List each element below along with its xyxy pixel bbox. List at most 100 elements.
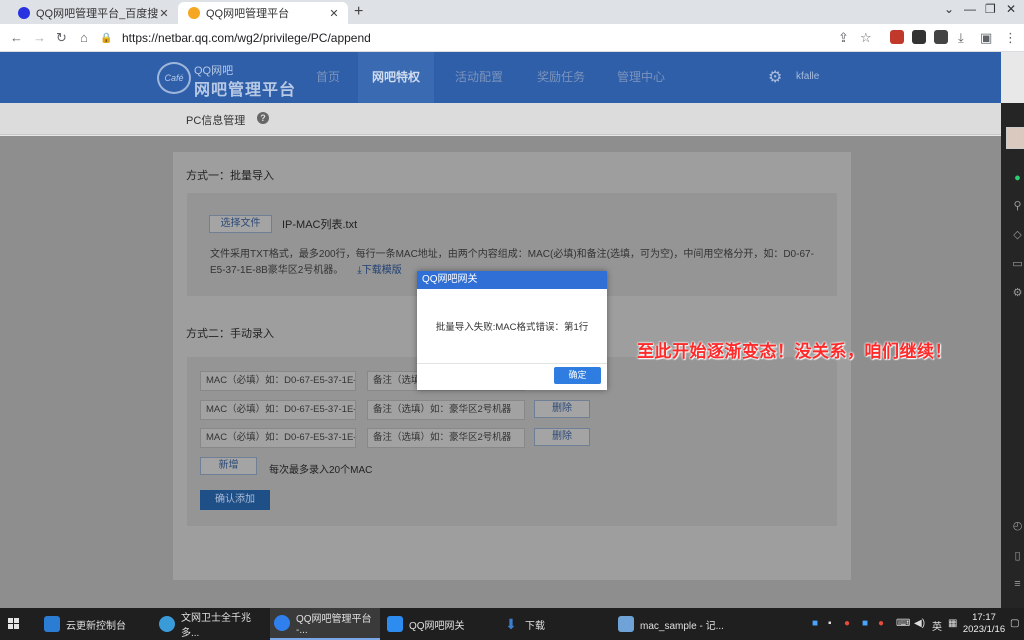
selected-filename: IP-MAC列表.txt <box>282 219 358 231</box>
chrome-icon <box>159 616 175 632</box>
extension-icon[interactable] <box>890 30 904 44</box>
taskbar-item[interactable]: ⬇ 下载 <box>499 608 609 640</box>
choose-file-button[interactable]: 选择文件 <box>209 215 272 233</box>
clock-icon[interactable]: ◴ <box>1011 520 1024 533</box>
browser-tabbar: QQ网吧管理平台_百度搜索 ✕ QQ网吧管理平台 ✕ + ⌄ — ❐ ✕ <box>0 0 1024 24</box>
nav-reward[interactable]: 奖励任务 <box>523 52 599 103</box>
tray-app-icon[interactable]: ● <box>878 618 884 629</box>
reload-icon[interactable]: ↻ <box>56 30 67 46</box>
close-window-icon[interactable]: ✕ <box>1006 2 1016 16</box>
settings-gear-icon[interactable]: ⚙ <box>768 67 782 87</box>
nav-home[interactable]: 首页 <box>302 52 354 103</box>
network-icon[interactable]: ⌨ <box>896 618 910 629</box>
help-icon[interactable]: ? <box>257 112 269 124</box>
taskbar-item[interactable]: 文网卫士全千兆多... <box>155 608 267 640</box>
taskbar-label: mac_sample - 记... <box>640 620 724 632</box>
phone-icon[interactable]: ▯ <box>1011 550 1024 563</box>
site-header: Café QQ网吧 网吧管理平台 首页 网吧特权 活动配置 奖励任务 管理中心 … <box>0 52 1001 103</box>
share-icon[interactable]: ⇪ <box>838 30 849 46</box>
cube-icon[interactable]: ◇ <box>1011 229 1024 242</box>
taskbar-label: 文网卫士全千兆多... <box>181 613 251 639</box>
page-title: PC信息管理 <box>186 115 246 127</box>
dialog-title: QQ网吧网关 <box>417 271 607 289</box>
ime-indicator[interactable]: 英 <box>932 618 942 633</box>
user-icon[interactable]: ⚲ <box>1011 200 1024 213</box>
tab-baidu-search[interactable]: QQ网吧管理平台_百度搜索 ✕ <box>8 2 178 24</box>
extension-icon[interactable] <box>912 30 926 44</box>
avatar[interactable] <box>1006 127 1024 149</box>
folder-icon[interactable]: ▭ <box>1011 258 1024 271</box>
taskbar-label: 云更新控制台 <box>66 620 126 632</box>
logo-title: 网吧管理平台 <box>194 82 297 99</box>
bookmark-star-icon[interactable]: ☆ <box>860 30 872 46</box>
url-text: https://netbar.qq.com/wg2/privilege/PC/a… <box>122 31 371 45</box>
address-bar: ← → ↻ ⌂ 🔒 https://netbar.qq.com/wg2/priv… <box>0 24 1024 52</box>
tab-netbar[interactable]: QQ网吧管理平台 ✕ <box>178 2 348 24</box>
tray-app-icon[interactable]: ■ <box>862 618 868 629</box>
confirm-add-button[interactable]: 确认添加 <box>200 490 270 510</box>
url-field[interactable]: 🔒 https://netbar.qq.com/wg2/privilege/PC… <box>100 28 880 48</box>
note-input[interactable]: 备注（选填）如：豪华区2号机器 <box>367 400 525 420</box>
nav-privilege[interactable]: 网吧特权 <box>358 52 435 103</box>
input-method-icon[interactable]: ▦ <box>948 618 957 629</box>
tab-title: QQ网吧管理平台 <box>206 8 290 20</box>
dialog-message: 批量导入失败:MAC格式错误：第1行 <box>435 322 589 333</box>
tray-app-icon[interactable]: ■ <box>812 618 818 629</box>
close-icon[interactable]: ✕ <box>158 7 170 20</box>
mac-input[interactable]: MAC（必填）如：D0-67-E5-37-1E-8 <box>200 371 356 391</box>
download-arrow-icon: ⬇ <box>505 616 517 632</box>
max-entries-tip: 每次最多录入20个MAC <box>269 465 373 476</box>
forward-icon[interactable]: → <box>33 30 46 45</box>
mac-input[interactable]: MAC（必填）如：D0-67-E5-37-1E-8 <box>200 428 356 448</box>
dialog-ok-button[interactable]: 确定 <box>554 367 601 384</box>
new-tab-button[interactable]: + <box>354 3 363 21</box>
baidu-icon <box>18 7 30 19</box>
taskbar-label: QQ网吧网关 <box>409 620 465 632</box>
clock-date: 2023/1/16 <box>962 624 1006 635</box>
minimize-icon[interactable]: — <box>964 2 976 16</box>
taskbar-item[interactable]: mac_sample - 记... <box>614 608 724 640</box>
user-name[interactable]: kfalle <box>796 71 819 82</box>
tray-app-icon[interactable]: ● <box>844 618 850 629</box>
taskbar-label: 下载 <box>525 620 545 632</box>
tray-chat-icon[interactable]: ▪ <box>828 618 832 629</box>
sub-header: PC信息管理 ? <box>0 103 1001 135</box>
section-manual-title: 方式二：手动录入 <box>186 328 274 340</box>
menu-icon[interactable]: ≡ <box>1011 578 1024 591</box>
taskbar-item[interactable]: 云更新控制台 <box>40 608 152 640</box>
notepad-icon <box>618 616 634 632</box>
delete-row-button[interactable]: 删除 <box>534 400 590 418</box>
chrome-icon <box>274 615 290 631</box>
windows-start-icon[interactable] <box>8 618 20 630</box>
home-icon[interactable]: ⌂ <box>80 30 88 45</box>
chat-icon[interactable]: ● <box>1011 172 1024 185</box>
close-icon[interactable]: ✕ <box>328 7 340 20</box>
download-template-link[interactable]: 下载模版 <box>362 265 402 276</box>
menu-kebab-icon[interactable]: ⋮ <box>1004 30 1017 46</box>
extension-icon[interactable] <box>934 30 948 44</box>
settings-icon[interactable]: ⚙ <box>1011 287 1024 300</box>
taskbar-item-active[interactable]: QQ网吧管理平台 -... <box>270 608 380 640</box>
mac-input[interactable]: MAC（必填）如：D0-67-E5-37-1E-8 <box>200 400 356 420</box>
taskbar-label: QQ网吧管理平台 -... <box>296 614 372 636</box>
system-clock[interactable]: 17:17 2023/1/16 <box>960 612 1008 636</box>
dialog-body: 批量导入失败:MAC格式错误：第1行 <box>417 289 607 364</box>
nav-activity[interactable]: 活动配置 <box>441 52 517 103</box>
add-row-button[interactable]: 新增 <box>200 457 257 475</box>
annotation-caption: 至此开始逐渐变态！没关系，咱们继续！ <box>637 342 952 361</box>
note-input[interactable]: 备注（选填）如：豪华区2号机器 <box>367 428 525 448</box>
download-icon[interactable]: ⤓ <box>958 30 964 46</box>
taskbar: 云更新控制台 文网卫士全千兆多... QQ网吧管理平台 -... QQ网吧网关 … <box>0 608 1024 640</box>
error-dialog: QQ网吧网关 批量导入失败:MAC格式错误：第1行 确定 <box>417 271 607 390</box>
volume-icon[interactable]: ◀) <box>914 618 925 629</box>
chevron-down-icon[interactable]: ⌄ <box>944 2 954 16</box>
sidepanel-icon[interactable]: ▣ <box>980 30 992 46</box>
back-icon[interactable]: ← <box>10 30 23 45</box>
delete-row-button[interactable]: 删除 <box>534 428 590 446</box>
section-batch-title: 方式一：批量导入 <box>186 170 274 182</box>
chrome-icon <box>188 7 200 19</box>
nav-manage[interactable]: 管理中心 <box>603 52 679 103</box>
taskbar-item[interactable]: QQ网吧网关 <box>383 608 493 640</box>
restore-icon[interactable]: ❐ <box>985 2 996 16</box>
notification-icon[interactable]: ▢ <box>1010 618 1019 629</box>
